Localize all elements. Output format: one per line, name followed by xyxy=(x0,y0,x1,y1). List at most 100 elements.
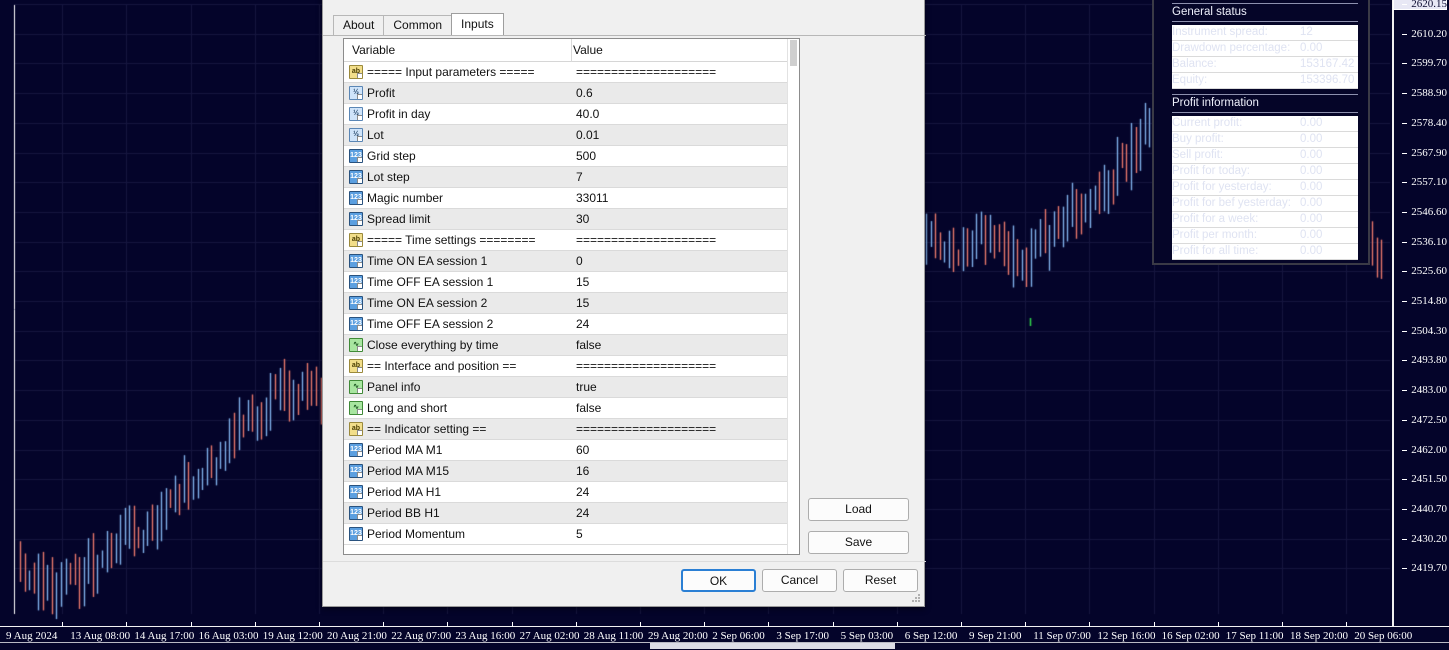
price-tick-label: 2483.00 xyxy=(1402,384,1447,397)
parameter-value[interactable]: 24 xyxy=(576,506,589,520)
tab-common[interactable]: Common xyxy=(383,15,453,35)
parameter-value[interactable]: 30 xyxy=(576,212,589,226)
table-row[interactable]: ab ===== Time settings ======== ==========… xyxy=(344,230,799,251)
time-tick-mark xyxy=(319,622,320,627)
table-row[interactable]: 123 Lot step 7 xyxy=(344,167,799,188)
double-icon: ½ xyxy=(349,86,363,100)
dialog-tabstrip[interactable]: About Common Inputs xyxy=(333,13,504,35)
parameter-value[interactable]: 16 xyxy=(576,464,589,478)
parameter-name: Profit xyxy=(367,86,396,100)
parameter-value[interactable]: ==================== xyxy=(576,233,716,247)
resize-grip-icon[interactable] xyxy=(912,594,921,603)
boolean-icon: ∿ xyxy=(349,401,363,415)
table-row[interactable]: 123 Period BB H1 24 xyxy=(344,503,799,524)
info-row: Profit for bef yesterday: 0.00 xyxy=(1172,196,1358,212)
parameter-value[interactable]: 0.6 xyxy=(576,86,593,100)
table-row[interactable]: 123 Time ON EA session 2 15 xyxy=(344,293,799,314)
time-tick-label: 18 Sep 20:00 xyxy=(1290,630,1349,642)
time-tick-label: 17 Sep 11:00 xyxy=(1225,630,1284,642)
parameter-value[interactable]: 0.01 xyxy=(576,128,599,142)
time-tick-label: 22 Aug 07:00 xyxy=(391,630,452,642)
ea-properties-dialog[interactable]: About Common Inputs Variable Value ab =====… xyxy=(322,0,926,607)
table-row[interactable]: 123 Time OFF EA session 2 24 xyxy=(344,314,799,335)
table-row[interactable]: 123 Period MA M1 60 xyxy=(344,440,799,461)
table-row[interactable]: 123 Magic number 33011 xyxy=(344,188,799,209)
parameter-value[interactable]: 500 xyxy=(576,149,596,163)
info-section-profit: Profit information xyxy=(1172,94,1358,113)
price-tick-label: 2451.50 xyxy=(1402,473,1447,486)
parameter-value[interactable]: 24 xyxy=(576,317,589,331)
inputs-parameter-table[interactable]: Variable Value ab ===== Input parameters … xyxy=(343,38,800,555)
string-icon: ab xyxy=(349,233,363,247)
cancel-button[interactable]: Cancel xyxy=(762,569,837,592)
table-row[interactable]: ½ Profit 0.6 xyxy=(344,83,799,104)
parameter-value[interactable]: 5 xyxy=(576,527,583,541)
parameter-value[interactable]: 15 xyxy=(576,296,589,310)
dialog-body: About Common Inputs Variable Value ab =====… xyxy=(323,0,926,606)
load-button[interactable]: Load xyxy=(808,498,909,521)
parameter-value[interactable]: 60 xyxy=(576,443,589,457)
table-row[interactable]: ½ Lot 0.01 xyxy=(344,125,799,146)
info-row: Profit for yesterday: 0.00 xyxy=(1172,180,1358,196)
price-scale-axis[interactable]: 2620.15 2610.20 2599.70 2588.90 2578.40 2567.… xyxy=(1392,0,1449,632)
parameter-value[interactable]: ==================== xyxy=(576,422,716,436)
ok-button[interactable]: OK xyxy=(681,569,756,592)
time-tick-mark xyxy=(62,622,64,627)
parameter-value[interactable]: 40.0 xyxy=(576,107,599,121)
price-tick-label: 2578.40 xyxy=(1402,116,1447,129)
info-row: Drawdown percentage: 0.00 xyxy=(1172,41,1358,57)
table-row[interactable]: 123 Time OFF EA session 1 15 xyxy=(344,272,799,293)
info-value: 0.00 xyxy=(1300,165,1323,177)
time-tick-mark xyxy=(1282,622,1283,627)
price-tick-label: 2620.15 xyxy=(1402,0,1447,10)
table-row[interactable]: ∿ Close everything by time false xyxy=(344,335,799,356)
tab-inputs[interactable]: Inputs xyxy=(451,13,504,35)
parameter-value[interactable]: false xyxy=(576,338,601,352)
parameter-value[interactable]: 0 xyxy=(576,254,583,268)
price-tick-label: 2546.60 xyxy=(1402,205,1447,218)
table-vertical-scrollbar[interactable] xyxy=(787,39,799,554)
table-row[interactable]: ∿ Panel info true xyxy=(344,377,799,398)
time-tick-label: 27 Aug 02:00 xyxy=(519,630,580,642)
parameter-value[interactable]: ==================== xyxy=(576,65,716,79)
parameter-value[interactable]: 15 xyxy=(576,275,589,289)
table-row[interactable]: 123 Period MA H1 24 xyxy=(344,482,799,503)
parameter-value[interactable]: ==================== xyxy=(576,359,716,373)
price-tick-label: 2525.60 xyxy=(1402,265,1447,278)
info-value: 0.00 xyxy=(1300,229,1323,241)
info-label: Balance: xyxy=(1172,58,1217,70)
parameter-value[interactable]: 24 xyxy=(576,485,589,499)
chart-horizontal-scrollbar[interactable] xyxy=(0,642,1449,650)
table-row[interactable]: 123 Period Momentum 5 xyxy=(344,524,799,545)
boolean-icon: ∿ xyxy=(349,338,363,352)
time-tick-mark xyxy=(190,622,192,627)
info-row: Profit for a week: 0.00 xyxy=(1172,212,1358,228)
table-row[interactable]: 123 Time ON EA session 1 0 xyxy=(344,251,799,272)
info-label: Current profit: xyxy=(1172,117,1243,129)
parameter-value[interactable]: 33011 xyxy=(576,191,608,205)
parameter-value[interactable]: false xyxy=(576,401,601,415)
price-tick-label: 2599.70 xyxy=(1402,57,1447,70)
chart-scroll-thumb[interactable] xyxy=(650,643,895,649)
save-button[interactable]: Save xyxy=(808,531,909,554)
table-row[interactable]: ab == Interface and position == ==========… xyxy=(344,356,799,377)
table-scroll-thumb[interactable] xyxy=(790,40,797,66)
time-tick-mark xyxy=(1346,622,1348,627)
parameter-value[interactable]: true xyxy=(576,380,597,394)
table-row[interactable]: ab == Indicator setting == ===============… xyxy=(344,419,799,440)
parameter-value[interactable]: 7 xyxy=(576,170,583,184)
tab-about[interactable]: About xyxy=(333,15,385,35)
table-row[interactable]: 123 Period MA M15 16 xyxy=(344,461,799,482)
info-row: Sell profit: 0.00 xyxy=(1172,148,1358,164)
reset-button[interactable]: Reset xyxy=(843,569,918,592)
table-row[interactable]: 123 Spread limit 30 xyxy=(344,209,799,230)
table-row[interactable]: ∿ Long and short false xyxy=(344,398,799,419)
table-row[interactable]: ½ Profit in day 40.0 xyxy=(344,104,799,125)
parameter-name: Spread limit xyxy=(367,212,431,226)
table-row[interactable]: 123 Grid step 500 xyxy=(344,146,799,167)
info-value: 0.00 xyxy=(1300,213,1323,225)
table-row[interactable]: ab ===== Input parameters ===== ==========… xyxy=(344,62,799,83)
info-section-general: General status xyxy=(1172,3,1358,22)
integer-icon: 123 xyxy=(349,191,363,205)
integer-icon: 123 xyxy=(349,212,363,226)
